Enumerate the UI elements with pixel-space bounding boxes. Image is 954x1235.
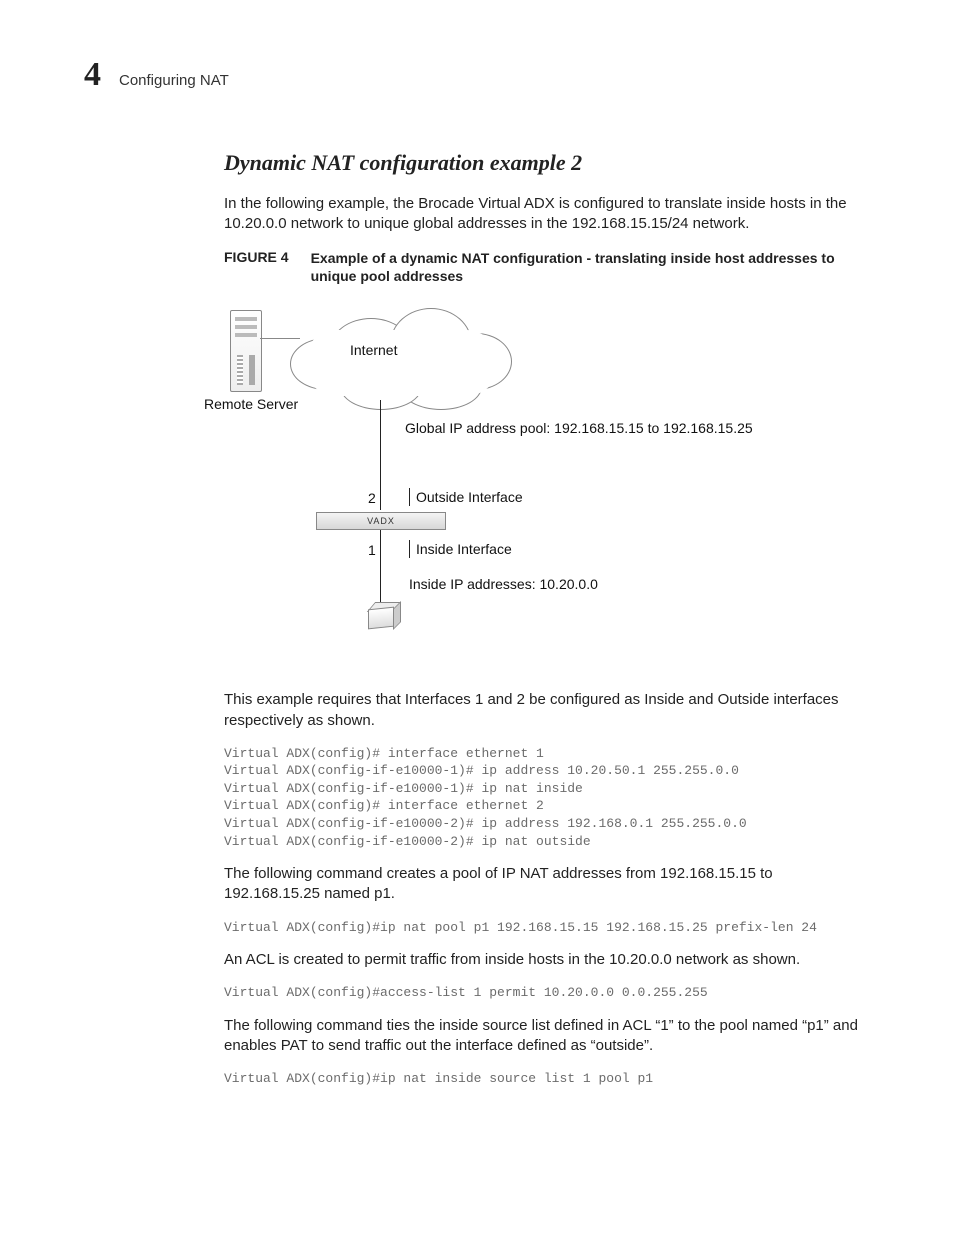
vadx-device: VADX [316,512,446,530]
remote-server-icon [230,310,262,392]
inside-host-icon [368,608,394,638]
outside-interface-label: Outside Interface [409,488,523,506]
acl-paragraph: An ACL is created to permit traffic from… [224,950,870,970]
page: 4 Configuring NAT Dynamic NAT configurat… [0,0,954,1235]
figure-label: FIGURE 4 [224,249,289,287]
cloud-icon [290,308,510,408]
intro-paragraph: In the following example, the Brocade Vi… [224,194,870,235]
pool-paragraph: The following command creates a pool of … [224,864,870,905]
tie-code: Virtual ADX(config)#ip nat inside source… [224,1070,870,1088]
section-title: Dynamic NAT configuration example 2 [224,150,870,176]
link-vadx-host [380,530,381,608]
network-diagram: Remote Server Internet Global IP address… [210,300,830,670]
pool-code: Virtual ADX(config)#ip nat pool p1 192.1… [224,919,870,937]
acl-code: Virtual ADX(config)#access-list 1 permit… [224,984,870,1002]
inside-interface-label: Inside Interface [409,540,512,558]
internet-label: Internet [350,342,397,358]
interfaces-paragraph: This example requires that Interfaces 1 … [224,690,870,731]
port-1-label: 1 [368,542,376,558]
figure-description: Example of a dynamic NAT configuration -… [311,249,870,287]
interfaces-code: Virtual ADX(config)# interface ethernet … [224,745,870,850]
figure-caption: FIGURE 4 Example of a dynamic NAT config… [224,249,870,287]
inside-ip-label: Inside IP addresses: 10.20.0.0 [409,576,598,592]
remote-server-label: Remote Server [204,396,298,412]
chapter-title: Configuring NAT [119,72,229,89]
link-cloud-vadx [380,400,381,510]
ip-pool-label: Global IP address pool: 192.168.15.15 to… [405,420,753,436]
port-2-label: 2 [368,490,376,506]
chapter-number: 4 [84,56,101,94]
content-column: Dynamic NAT configuration example 2 In t… [224,150,870,1088]
tie-paragraph: The following command ties the inside so… [224,1016,870,1057]
running-header: 4 Configuring NAT [84,56,870,94]
